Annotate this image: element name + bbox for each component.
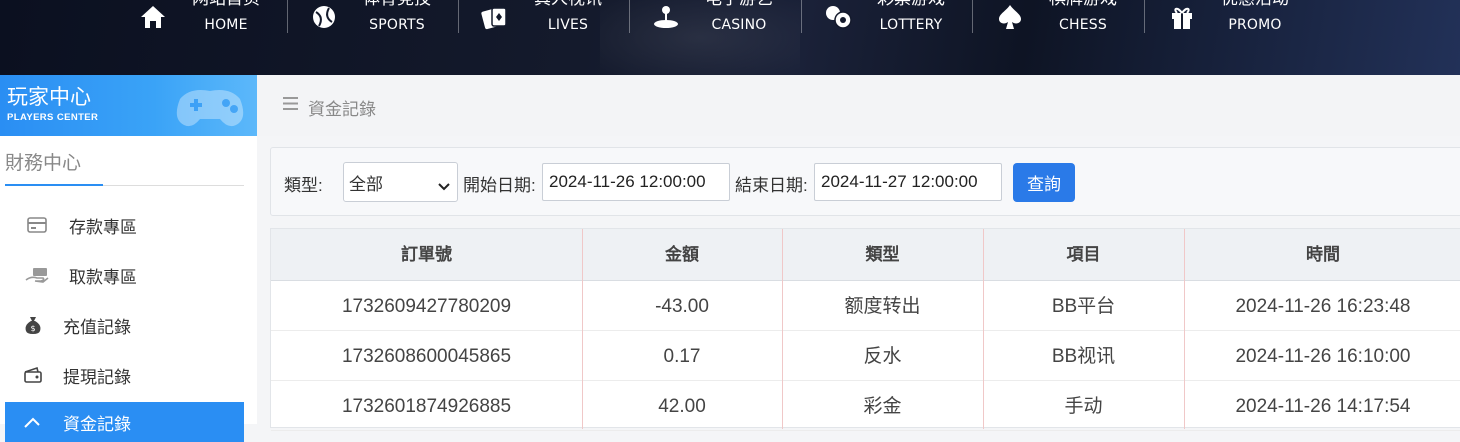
nav-lottery-en: LOTTERY (879, 17, 943, 33)
ball-icon (307, 0, 341, 34)
page-title: 資金記錄 (308, 100, 376, 119)
column-header-order-no: 訂單號 (401, 245, 452, 264)
sidebar: 玩家中心 PLAYERS CENTER 財務中心 存款專區 取款專區 $ 充值記… (0, 75, 257, 442)
cell-type: 额度转出 (844, 296, 921, 317)
cell-type: 反水 (863, 346, 902, 367)
nav-promo-cn: 优惠活动 (1200, 0, 1310, 8)
joystick-icon (649, 0, 683, 34)
sidebar-item-label: 提現記錄 (63, 367, 131, 387)
column-divider (582, 229, 583, 429)
sidebar-section-title: 財務中心 (5, 153, 82, 174)
cards-icon (478, 0, 512, 34)
nav-chess-cn: 棋牌游戏 (1028, 0, 1138, 8)
sidebar-item-fund-records[interactable]: 資金記錄 (5, 402, 244, 442)
record-icon (17, 413, 49, 431)
start-date-input[interactable] (542, 163, 730, 201)
fund-records-table: 訂單號 金額 類型 項目 時間 1732609427780209 -43.00 … (270, 228, 1460, 431)
nav-lottery[interactable]: 彩票游戏 LOTTERY (821, 0, 961, 50)
nav-home[interactable]: 网站首页 HOME (136, 0, 276, 50)
column-divider (1184, 229, 1185, 429)
column-divider (782, 229, 783, 429)
sidebar-item-withdraw-records[interactable]: 提現記錄 (5, 355, 244, 395)
nav-lives[interactable]: 真人视讯 LIVES (478, 0, 618, 50)
nav-casino-en: CASINO (711, 17, 767, 33)
sidebar-header: 玩家中心 PLAYERS CENTER (0, 75, 257, 136)
cell-order-no: 1732609427780209 (341, 296, 512, 317)
table-header: 訂單號 金額 類型 項目 時間 (271, 229, 1460, 281)
column-divider (983, 229, 984, 429)
sidebar-subtitle: PLAYERS CENTER (7, 112, 99, 123)
top-navigation: 网站首页 HOME 体育竞技 SPORTS 真人视讯 LIVES 电子游艺 (0, 0, 1460, 75)
nav-casino-cn: 电子游艺 (684, 0, 794, 8)
end-date-label: 結束日期: (735, 176, 808, 195)
nav-lives-cn: 真人视讯 (513, 0, 623, 8)
home-icon (136, 0, 170, 34)
wallet-icon (17, 366, 49, 384)
table-row: 1732608600045865 0.17 反水 BB视讯 2024-11-26… (271, 331, 1460, 381)
nav-chess-en: CHESS (1059, 17, 1107, 33)
type-label: 類型: (284, 176, 323, 195)
nav-sports[interactable]: 体育竞技 SPORTS (307, 0, 447, 50)
cell-time: 2024-11-26 16:10:00 (1235, 346, 1411, 367)
type-select-value: 全部 (349, 174, 383, 194)
nav-home-cn: 网站首页 (171, 0, 281, 8)
gamepad-decoration-icon (176, 90, 244, 127)
query-button[interactable]: 查詢 (1013, 163, 1075, 202)
nav-chess[interactable]: 棋牌游戏 CHESS (993, 0, 1133, 50)
nav-promo[interactable]: 优惠活动 PROMO (1165, 0, 1305, 50)
nav-separator (458, 0, 459, 33)
nav-separator (972, 0, 973, 33)
breadcrumb (257, 75, 1460, 136)
svg-text:$: $ (30, 324, 35, 333)
sidebar-item-label: 充值記錄 (63, 317, 131, 337)
nav-separator (801, 0, 802, 33)
column-header-item: 項目 (1066, 245, 1101, 264)
sidebar-item-label: 存款專區 (69, 217, 137, 237)
nav-separator (1144, 0, 1145, 33)
sidebar-title: 玩家中心 (7, 86, 91, 109)
nav-sports-cn: 体育竞技 (342, 0, 452, 8)
cell-amount: 0.17 (663, 346, 701, 367)
withdraw-hand-icon (19, 266, 55, 284)
sidebar-item-withdraw[interactable]: 取款專區 (5, 255, 244, 295)
cell-order-no: 1732608600045865 (341, 346, 512, 367)
nav-casino[interactable]: 电子游艺 CASINO (649, 0, 789, 50)
end-date-input[interactable] (814, 163, 1002, 201)
sidebar-item-deposit-records[interactable]: $ 充值記錄 (5, 305, 244, 345)
nav-sports-en: SPORTS (369, 17, 425, 33)
sidebar-item-deposit[interactable]: 存款專區 (5, 205, 244, 245)
section-underline (5, 184, 103, 186)
sidebar-item-label: 資金記錄 (63, 414, 131, 434)
table-row: 1732609427780209 -43.00 额度转出 BB平台 2024-1… (271, 281, 1460, 331)
cell-item: BB平台 (1051, 296, 1116, 317)
nav-promo-en: PROMO (1228, 17, 1282, 33)
money-bag-icon: $ (17, 315, 49, 335)
column-header-time: 時間 (1306, 245, 1340, 264)
gift-icon (1165, 0, 1199, 34)
column-header-type: 類型 (865, 245, 900, 264)
nav-lives-en: LIVES (547, 17, 589, 33)
menu-icon[interactable] (283, 96, 298, 111)
nav-lottery-cn: 彩票游戏 (856, 0, 966, 8)
start-date-label: 開始日期: (463, 176, 536, 195)
lottery-balls-icon (821, 0, 855, 34)
deposit-card-icon (19, 216, 55, 234)
cell-amount: -43.00 (655, 296, 709, 317)
column-header-amount: 金額 (665, 245, 699, 264)
cell-item: BB视讯 (1051, 346, 1116, 367)
spade-icon (993, 0, 1027, 34)
nav-separator (287, 0, 288, 33)
sidebar-item-label: 取款專區 (69, 267, 137, 287)
nav-home-en: HOME (204, 17, 248, 33)
nav-separator (629, 0, 630, 33)
type-select[interactable]: 全部 (343, 162, 458, 202)
chevron-down-icon (437, 177, 451, 197)
cell-time: 2024-11-26 16:23:48 (1235, 296, 1411, 317)
